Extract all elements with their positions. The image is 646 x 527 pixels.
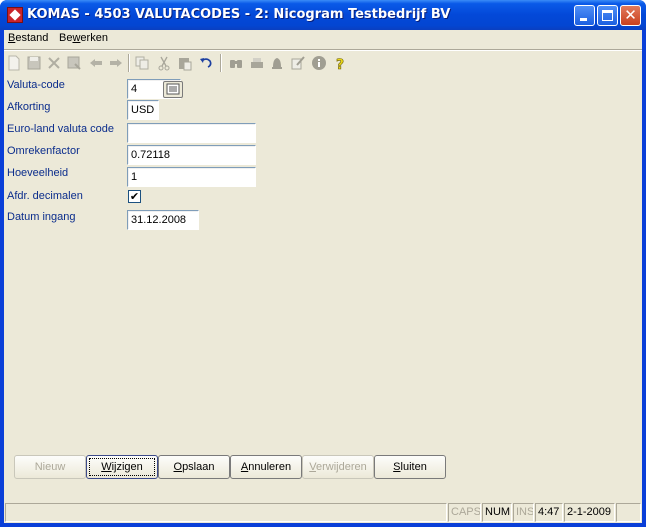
- menu-bar: Bestand Bewerken: [4, 30, 642, 48]
- cut-icon[interactable]: [156, 55, 172, 71]
- hoeveelheid-input[interactable]: 1: [127, 167, 256, 187]
- status-bar: CAPS NUM INS 4:47 2-1-2009: [4, 500, 642, 523]
- annuleren-button[interactable]: Annuleren: [230, 455, 302, 479]
- sluiten-button[interactable]: Sluiten: [374, 455, 446, 479]
- save-icon[interactable]: [26, 55, 42, 71]
- status-time: 4:47: [535, 503, 563, 522]
- afdr-decimalen-label: Afdr. decimalen: [7, 190, 83, 202]
- binoculars-icon[interactable]: [228, 55, 244, 71]
- minimize-icon: [580, 18, 587, 21]
- info-icon[interactable]: [311, 55, 327, 71]
- datum-ingang-input[interactable]: 31.12.2008: [127, 210, 199, 230]
- delete-icon[interactable]: [46, 55, 62, 71]
- save-as-icon[interactable]: [66, 55, 82, 71]
- verwijderen-button[interactable]: Verwijderen: [302, 455, 374, 479]
- edit-icon[interactable]: [290, 55, 306, 71]
- forward-arrow-icon[interactable]: [108, 55, 124, 71]
- title-bar[interactable]: KOMAS - 4503 VALUTACODES - 2: Nicogram T…: [0, 0, 646, 30]
- status-message: [5, 503, 447, 522]
- status-num: NUM: [482, 503, 512, 522]
- client-area: Bestand Bewerken ? Valuta-code 4 Afkorti…: [4, 30, 642, 523]
- toolbar-separator: [220, 54, 222, 72]
- opslaan-label: pslaan: [182, 461, 215, 473]
- menu-bestand[interactable]: Bestand: [8, 32, 48, 44]
- status-extra: [616, 503, 641, 522]
- datum-ingang-label: Datum ingang: [7, 211, 76, 223]
- menu-bestand-label: estand: [15, 32, 49, 44]
- undo-icon[interactable]: [198, 55, 214, 71]
- valuta-code-lookup-button[interactable]: [163, 81, 183, 98]
- afdr-decimalen-checkbox[interactable]: ✔: [128, 190, 141, 203]
- afkorting-label: Afkorting: [7, 101, 51, 113]
- afkorting-input[interactable]: USD: [127, 100, 159, 120]
- euroland-label: Euro-land valuta code: [7, 123, 115, 135]
- menu-bewerken[interactable]: Bewerken: [59, 32, 108, 44]
- help-icon[interactable]: ?: [332, 55, 348, 71]
- svg-text:?: ?: [336, 57, 344, 71]
- new-icon[interactable]: [6, 55, 22, 71]
- sluiten-accel: S: [393, 461, 401, 473]
- sluiten-label: luiten: [400, 461, 427, 473]
- nieuw-button[interactable]: Nieuw: [14, 455, 86, 479]
- omrekenfactor-input[interactable]: 0.72118: [127, 145, 256, 165]
- verwijderen-label: erwijderen: [315, 461, 367, 473]
- opslaan-accel: O: [173, 461, 183, 473]
- omrekenfactor-label: Omrekenfactor: [7, 145, 80, 157]
- application-window: KOMAS - 4503 VALUTACODES - 2: Nicogram T…: [0, 0, 646, 527]
- menu-separator: [4, 49, 642, 51]
- minimize-button[interactable]: [574, 5, 595, 26]
- close-button[interactable]: ✕: [620, 5, 641, 26]
- status-date: 2-1-2009: [564, 503, 615, 522]
- status-ins: INS: [513, 503, 534, 522]
- toolbar: ?: [4, 52, 642, 74]
- bell-icon[interactable]: [269, 55, 285, 71]
- window-title: KOMAS - 4503 VALUTACODES - 2: Nicogram T…: [27, 7, 451, 22]
- maximize-button[interactable]: [597, 5, 618, 26]
- hoeveelheid-label: Hoeveelheid: [7, 167, 69, 179]
- annuleren-label: nnuleren: [248, 461, 292, 473]
- maximize-icon: [602, 10, 613, 21]
- euroland-input[interactable]: [127, 123, 256, 143]
- wijzigen-label: ijzigen: [111, 461, 143, 473]
- paste-icon[interactable]: [177, 55, 193, 71]
- status-caps: CAPS: [448, 503, 481, 522]
- toolbar-separator: [128, 54, 130, 72]
- print-icon[interactable]: [249, 55, 265, 71]
- wijzigen-accel: W: [101, 461, 112, 473]
- wijzigen-button[interactable]: Wijzigen: [86, 455, 158, 479]
- copy-icon[interactable]: [134, 55, 150, 71]
- close-icon: ✕: [624, 6, 637, 24]
- verwijderen-accel: V: [309, 461, 316, 473]
- back-arrow-icon[interactable]: [88, 55, 104, 71]
- list-icon: [166, 83, 180, 95]
- app-logo-icon[interactable]: [7, 7, 23, 23]
- valuta-code-label: Valuta-code: [7, 79, 65, 91]
- opslaan-button[interactable]: Opslaan: [158, 455, 230, 479]
